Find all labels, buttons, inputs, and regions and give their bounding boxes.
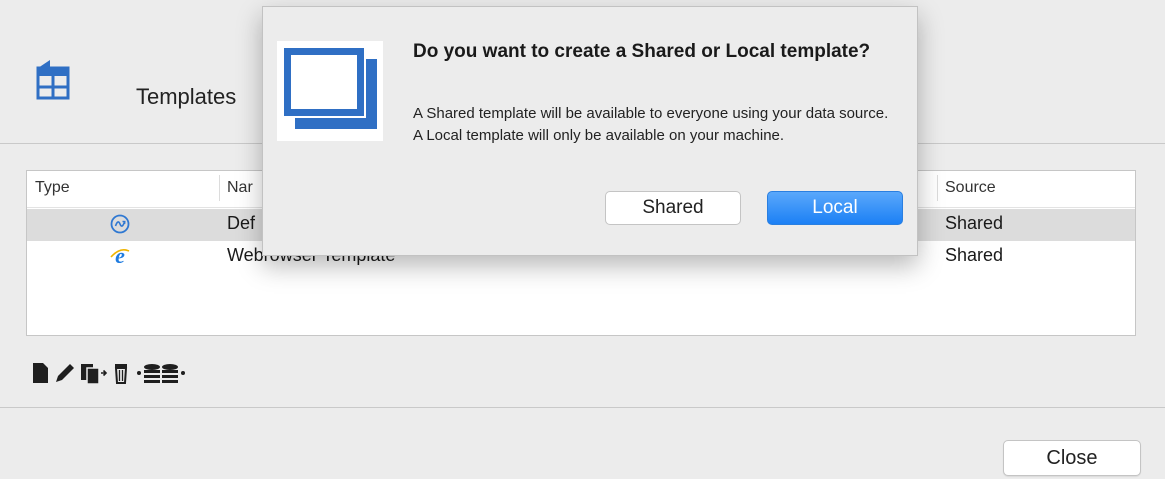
row-source: Shared <box>945 213 1004 233</box>
close-button[interactable]: Close <box>1003 440 1141 476</box>
dialog-message: A Shared template will be available to e… <box>413 105 889 144</box>
column-separator[interactable] <box>219 175 220 201</box>
template-icon <box>36 60 70 100</box>
database-icon[interactable] <box>136 360 192 386</box>
internet-explorer-icon: e <box>110 245 130 267</box>
table-toolbar <box>28 358 193 388</box>
column-separator[interactable] <box>937 175 938 201</box>
page-title: Templates <box>136 84 237 109</box>
dialog-title: Do you want to create a Shared or Local … <box>413 41 871 62</box>
edit-icon[interactable] <box>53 360 77 386</box>
svg-text:e: e <box>115 245 125 267</box>
copy-icon[interactable] <box>78 360 108 386</box>
delete-icon[interactable] <box>109 360 135 386</box>
column-header-name[interactable]: Nar <box>227 179 253 197</box>
template-type-icon <box>110 214 130 234</box>
local-button[interactable]: Local <box>767 191 903 225</box>
footer-divider <box>0 407 1165 408</box>
column-header-type[interactable]: Type <box>35 179 70 197</box>
row-source: Shared <box>945 245 1004 265</box>
shared-button[interactable]: Shared <box>605 191 741 225</box>
window-icon <box>277 41 383 141</box>
create-template-dialog: Do you want to create a Shared or Local … <box>262 6 918 256</box>
column-header-source[interactable]: Source <box>945 179 996 197</box>
row-name: Def <box>227 213 256 233</box>
new-template-icon[interactable] <box>28 360 52 386</box>
